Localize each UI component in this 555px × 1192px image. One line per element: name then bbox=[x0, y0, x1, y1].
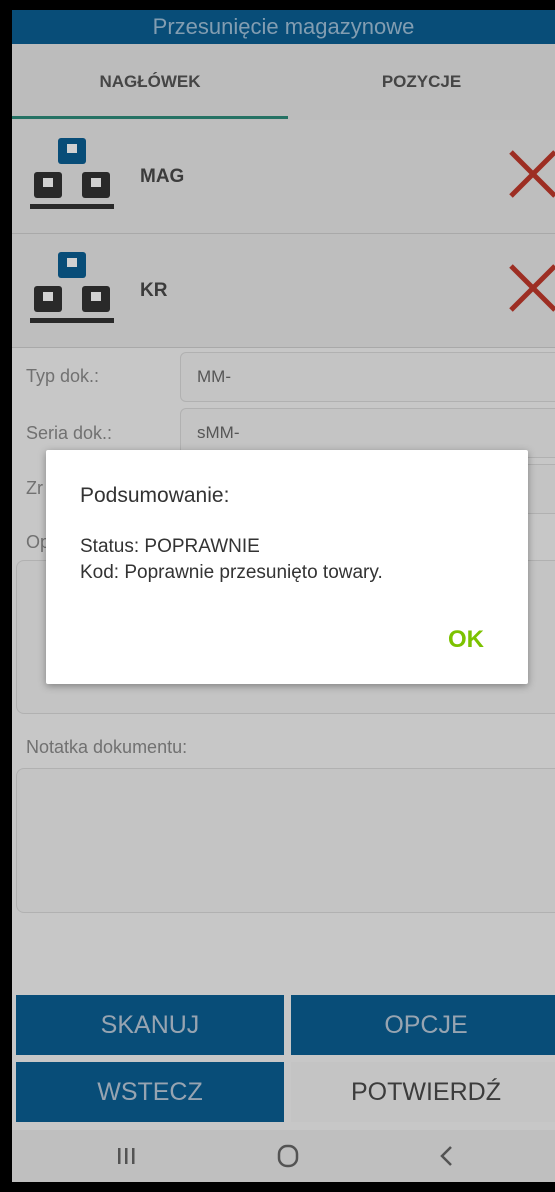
dialog-code: Kod: Poprawnie przesunięto towary. bbox=[80, 562, 383, 583]
device-frame: Przesunięcie magazynowe NAGŁÓWEK POZYCJE… bbox=[0, 0, 555, 1192]
app-screen: Przesunięcie magazynowe NAGŁÓWEK POZYCJE… bbox=[12, 10, 555, 1182]
dialog-title: Podsumowanie: bbox=[80, 484, 230, 507]
ok-button[interactable]: OK bbox=[448, 626, 484, 654]
summary-dialog: Podsumowanie: Status: POPRAWNIE Kod: Pop… bbox=[46, 450, 528, 684]
dialog-status: Status: POPRAWNIE bbox=[80, 536, 260, 557]
